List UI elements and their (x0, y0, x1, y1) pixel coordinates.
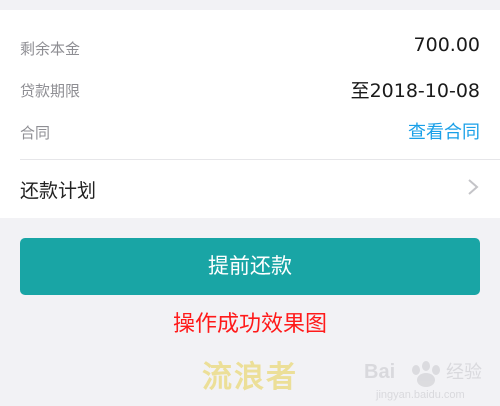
contract-row: 合同 查看合同 (20, 116, 480, 146)
baidu-paw-icon (412, 361, 440, 387)
remaining-principal-value: 700.00 (413, 34, 480, 56)
caption-text: 操作成功效果图 (172, 312, 327, 337)
remaining-principal-label: 剩余本金 (20, 40, 81, 58)
top-spacer (0, 0, 500, 10)
repayment-plan-label: 还款计划 (20, 180, 97, 202)
baidu-jingyan-watermark: Bai 经验 jingyan.baidu.com (364, 361, 482, 401)
remaining-principal-row: 剩余本金 700.00 (20, 32, 480, 62)
contract-label: 合同 (20, 124, 51, 142)
loan-term-value: 至2018-10-08 (350, 80, 480, 102)
early-repay-button[interactable]: 提前还款 (20, 238, 480, 295)
view-contract-link[interactable]: 查看合同 (408, 118, 480, 144)
loan-term-label: 贷款期限 (20, 82, 81, 100)
svg-text:经验: 经验 (446, 362, 482, 383)
repayment-plan-row[interactable]: 还款计划 (0, 160, 500, 218)
loan-term-row: 贷款期限 至2018-10-08 (20, 74, 480, 104)
chevron-right-icon (468, 179, 479, 195)
svg-text:Bai: Bai (364, 361, 395, 383)
svg-text:jingyan.baidu.com: jingyan.baidu.com (375, 389, 465, 401)
